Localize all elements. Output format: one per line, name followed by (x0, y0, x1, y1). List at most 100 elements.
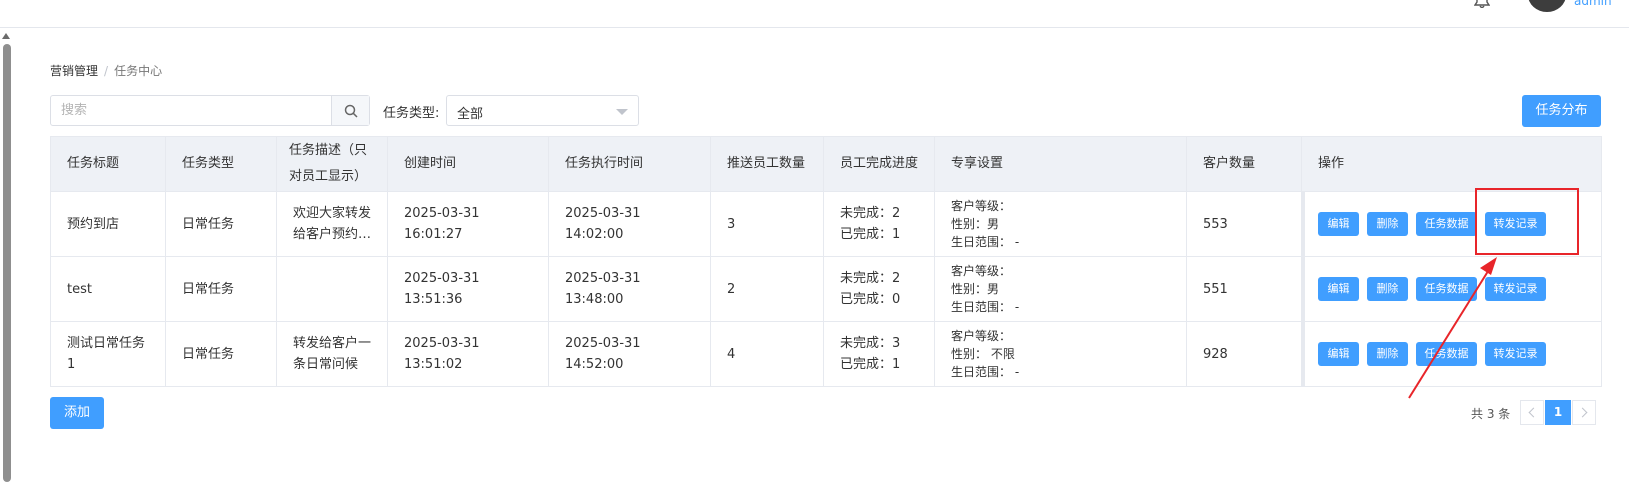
breadcrumb-separator: / (104, 64, 109, 78)
task-description: 欢迎大家转发给客户预约… (276, 191, 388, 257)
staff-count: 4 (710, 321, 824, 387)
task-data-button[interactable]: 任务数据 (1416, 342, 1477, 366)
column-header: 创建时间 (387, 136, 549, 192)
table-row: test 日常任务 2025-03-31 13:51:36 2025-03-31… (50, 256, 1602, 322)
birthday-range: 生日范围： - (951, 300, 1020, 314)
task-table: 任务标题 任务类型 任务描述（只对员工显示） 创建时间 任务执行时间 推送员工数… (50, 136, 1602, 387)
task-distribution-button[interactable]: 任务分布 (1522, 95, 1601, 127)
table-row: 测试日常任务1 日常任务 转发给客户一条日常问候 2025-03-31 13:5… (50, 321, 1602, 387)
scroll-up-arrow[interactable] (2, 33, 10, 39)
finished-count: 已完成：1 (840, 357, 901, 372)
exclusive-settings: 客户等级： 性别： 不限 生日范围： - (934, 321, 1187, 387)
column-header: 客户数量 (1186, 136, 1302, 192)
created-time: 2025-03-31 13:51:02 (387, 321, 549, 387)
unfinished-count: 未完成：2 (840, 271, 901, 286)
created-time: 2025-03-31 13:51:36 (387, 256, 549, 322)
birthday-range: 生日范围： - (951, 235, 1020, 249)
row-actions: 编辑 删除 任务数据 转发记录 (1301, 321, 1602, 387)
exclusive-settings: 客户等级： 性别：男 生日范围： - (934, 191, 1187, 257)
task-title: 测试日常任务1 (50, 321, 166, 387)
fixed-column-divider (1302, 257, 1305, 321)
task-type-select[interactable]: 全部 (446, 95, 639, 126)
fixed-column-divider (1302, 192, 1305, 256)
chevron-down-icon (616, 109, 628, 115)
exclusive-settings: 客户等级： 性别：男 生日范围： - (934, 256, 1187, 322)
task-data-button[interactable]: 任务数据 (1416, 212, 1477, 236)
fixed-column-divider (1302, 322, 1305, 386)
task-description-text: 欢迎大家转发给客户预约… (293, 206, 371, 242)
delete-button[interactable]: 删除 (1367, 342, 1408, 366)
column-header: 任务标题 (50, 136, 166, 192)
table-row: 预约到店 日常任务 欢迎大家转发给客户预约… 2025-03-31 16:01:… (50, 191, 1602, 257)
search-input[interactable] (51, 96, 331, 125)
breadcrumb: 营销管理 / 任务中心 (50, 62, 162, 79)
row-actions: 编辑 删除 任务数据 转发记录 (1301, 256, 1602, 322)
scrollbar-thumb[interactable] (3, 44, 11, 482)
edit-button[interactable]: 编辑 (1318, 277, 1359, 301)
task-description-text: 转发给客户一条日常问候 (293, 336, 371, 372)
gender-setting: 性别：男 (951, 282, 1000, 296)
column-header: 推送员工数量 (710, 136, 824, 192)
customer-count: 928 (1186, 321, 1302, 387)
column-header: 任务执行时间 (548, 136, 711, 192)
column-header: 任务类型 (165, 136, 277, 192)
customer-level: 客户等级： (951, 329, 1012, 343)
task-data-button[interactable]: 任务数据 (1416, 277, 1477, 301)
pager-prev-button[interactable] (1520, 400, 1544, 425)
customer-level: 客户等级： (951, 199, 1012, 213)
search-box (50, 95, 370, 126)
customer-level: 客户等级： (951, 264, 1012, 278)
execution-time: 2025-03-31 14:52:00 (548, 321, 711, 387)
table-header-row: 任务标题 任务类型 任务描述（只对员工显示） 创建时间 任务执行时间 推送员工数… (50, 136, 1602, 192)
search-button[interactable] (331, 96, 369, 125)
staff-count: 2 (710, 256, 824, 322)
column-header: 专享设置 (934, 136, 1187, 192)
unfinished-count: 未完成：2 (840, 206, 901, 221)
delete-button[interactable]: 删除 (1367, 277, 1408, 301)
customer-count: 551 (1186, 256, 1302, 322)
gender-setting: 性别：男 (951, 217, 1000, 231)
bell-icon[interactable] (1474, 0, 1490, 8)
breadcrumb-parent[interactable]: 营销管理 (50, 64, 98, 78)
completion-progress: 未完成：2 已完成：0 (823, 256, 935, 322)
top-bar: admin (0, 0, 1629, 28)
execution-time: 2025-03-31 14:02:00 (548, 191, 711, 257)
gender-setting: 性别： 不限 (951, 347, 1015, 361)
task-type-value: 全部 (457, 107, 484, 122)
birthday-range: 生日范围： - (951, 365, 1020, 379)
staff-count: 3 (710, 191, 824, 257)
finished-count: 已完成：0 (840, 292, 901, 307)
annotation-highlight-box (1475, 188, 1579, 255)
task-type-label: 任务类型: (383, 106, 440, 121)
search-icon (344, 104, 358, 118)
completion-progress: 未完成：2 已完成：1 (823, 191, 935, 257)
task-type: 日常任务 (165, 191, 277, 257)
total-count: 共 3 条 (1471, 407, 1511, 421)
task-title: 预约到店 (50, 191, 166, 257)
breadcrumb-current: 任务中心 (114, 64, 163, 78)
edit-button[interactable]: 编辑 (1318, 342, 1359, 366)
unfinished-count: 未完成：3 (840, 336, 901, 351)
task-title: test (50, 256, 166, 322)
created-time: 2025-03-31 16:01:27 (387, 191, 549, 257)
customer-count: 553 (1186, 191, 1302, 257)
username[interactable]: admin (1574, 0, 1612, 8)
completion-progress: 未完成：3 已完成：1 (823, 321, 935, 387)
forward-record-button[interactable]: 转发记录 (1485, 342, 1546, 366)
add-button[interactable]: 添加 (50, 397, 104, 429)
finished-count: 已完成：1 (840, 227, 901, 242)
execution-time: 2025-03-31 13:48:00 (548, 256, 711, 322)
pager-next-button[interactable] (1572, 400, 1596, 425)
edit-button[interactable]: 编辑 (1318, 212, 1359, 236)
column-header: 员工完成进度 (823, 136, 935, 192)
forward-record-button[interactable]: 转发记录 (1485, 277, 1546, 301)
task-type: 日常任务 (165, 321, 277, 387)
task-description (276, 256, 388, 322)
task-description: 转发给客户一条日常问候 (276, 321, 388, 387)
pager-page-1[interactable]: 1 (1545, 400, 1571, 425)
task-type: 日常任务 (165, 256, 277, 322)
column-header: 任务描述（只对员工显示） (276, 136, 388, 192)
column-header: 操作 (1301, 136, 1602, 192)
delete-button[interactable]: 删除 (1367, 212, 1408, 236)
avatar[interactable] (1528, 0, 1566, 12)
